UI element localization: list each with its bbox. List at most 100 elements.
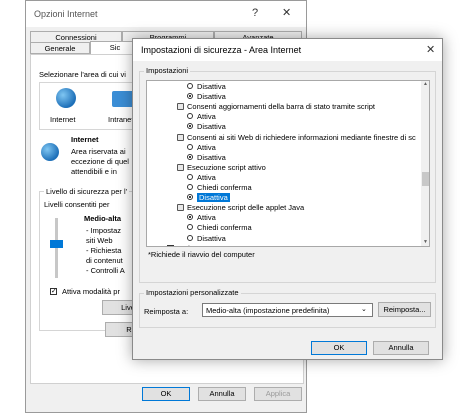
setting-label: Attiva	[197, 142, 216, 152]
apply-button[interactable]: Applica	[254, 387, 302, 401]
radio-icon[interactable]	[187, 184, 193, 190]
level-desc-line: - Richiesta	[86, 246, 122, 255]
setting-heading: Consenti aggiornamenti della barra di st…	[147, 101, 417, 111]
radio-selected-icon[interactable]	[187, 194, 193, 201]
setting-gear-icon	[177, 103, 184, 111]
setting-label: Disattiva	[197, 233, 226, 243]
radio-icon[interactable]	[187, 173, 193, 180]
internet-globe-icon	[41, 143, 59, 161]
dialog-title-bar: Impostazioni di sicurezza - Area Interne…	[133, 39, 442, 61]
protected-mode-label: Attiva modalità pr	[62, 287, 120, 296]
custom-settings-group: Impostazioni personalizzate Reimposta a:…	[139, 288, 436, 328]
category-checkbox-icon	[167, 244, 174, 246]
window-title: Opzioni Internet	[34, 9, 98, 19]
security-settings-dialog: Impostazioni di sicurezza - Area Interne…	[132, 38, 443, 360]
level-slider-track[interactable]	[55, 218, 58, 278]
setting-heading: Esecuzione script attivo	[147, 162, 417, 172]
setting-label: Disattiva	[197, 193, 230, 203]
setting-option[interactable]: Attiva	[147, 142, 417, 152]
zone-intranet-label[interactable]: Intranet	[108, 115, 133, 124]
zone-list[interactable]: Internet Intranet	[39, 82, 135, 130]
setting-option[interactable]: Attiva	[147, 172, 417, 182]
level-group-label: Livello di sicurezza per l'	[44, 187, 130, 196]
scroll-up-icon[interactable]: ▲	[423, 81, 428, 87]
level-desc-line: - Controlli A	[86, 266, 125, 275]
reset-level-select[interactable]: Medio-alta (impostazione predefinita) ⌄	[202, 303, 373, 317]
settings-tree[interactable]: Disattiva Disattiva Consenti aggiornamenti…	[146, 80, 430, 247]
setting-option[interactable]: Disattiva	[147, 81, 417, 91]
level-name: Medio-alta	[84, 214, 122, 223]
radio-icon[interactable]	[187, 224, 193, 231]
setting-option[interactable]: Attiva	[147, 111, 417, 121]
scroll-thumb[interactable]	[422, 172, 429, 186]
radio-icon[interactable]	[187, 143, 193, 150]
level-desc-line: siti Web	[86, 236, 113, 245]
setting-option[interactable]: Attiva	[147, 212, 417, 222]
chevron-down-icon[interactable]: ⌄	[361, 305, 367, 313]
reset-button[interactable]: Reimposta...	[378, 302, 431, 317]
setting-heading: Esecuzione script delle applet Java	[147, 202, 417, 212]
dialog-close-icon[interactable]: ✕	[426, 43, 435, 56]
setting-label: Esecuzione script attivo	[187, 162, 266, 172]
internet-zone-icon[interactable]	[56, 88, 76, 108]
intranet-zone-icon[interactable]	[112, 91, 134, 107]
setting-option[interactable]: Disattiva	[147, 192, 417, 203]
setting-label: Chiedi conferma	[197, 223, 252, 233]
dialog-cancel-button[interactable]: Annulla	[373, 341, 429, 355]
dialog-title: Impostazioni di sicurezza - Area Interne…	[141, 45, 302, 55]
protected-mode-checkbox[interactable]: ✓	[50, 288, 57, 295]
setting-label: Attiva	[197, 213, 216, 223]
radio-icon[interactable]	[187, 113, 193, 120]
tree-scrollbar[interactable]: ▲ ▼	[421, 81, 429, 246]
settings-group-label: Impostazioni	[144, 66, 191, 75]
setting-option[interactable]: Disattiva	[147, 91, 417, 101]
setting-option[interactable]: Disattiva	[147, 152, 417, 162]
radio-selected-icon[interactable]	[187, 123, 193, 130]
ok-button[interactable]: OK	[142, 387, 190, 401]
setting-label: Consenti aggiornamenti della barra di st…	[187, 102, 376, 112]
setting-label: Attiva	[197, 172, 216, 182]
radio-icon[interactable]	[187, 234, 193, 241]
setting-label: Consenti ai siti Web di richiedere infor…	[187, 132, 416, 142]
setting-label: Esecuzione script delle applet Java	[187, 203, 305, 213]
setting-heading: Consenti ai siti Web di richiedere infor…	[147, 132, 417, 142]
zone-select-label: Selezionare l'area di cui vi	[39, 70, 126, 79]
setting-label: Disattiva	[197, 82, 226, 91]
zone-internet-label[interactable]: Internet	[50, 115, 75, 124]
dialog-ok-button[interactable]: OK	[311, 341, 367, 355]
zone-desc-line: eccezione di quel	[71, 157, 129, 166]
reset-to-label: Reimposta a:	[144, 307, 189, 316]
level-desc-line: - Impostaz	[86, 226, 122, 235]
restart-note: *Richiede il riavvio del computer	[148, 250, 255, 259]
radio-selected-icon[interactable]	[187, 93, 193, 100]
level-slider-thumb[interactable]	[50, 240, 63, 248]
zone-heading: Internet	[71, 135, 99, 144]
settings-tree-rows: Disattiva Disattiva Consenti aggiornamenti…	[147, 81, 422, 246]
help-icon[interactable]: ?	[252, 7, 258, 19]
settings-group: Impostazioni Disattiva Disattiva Consenti …	[139, 66, 436, 283]
setting-option[interactable]: Disattiva	[147, 121, 417, 131]
setting-category: Varie	[147, 243, 417, 246]
tab-generale[interactable]: Generale	[30, 42, 90, 54]
close-icon[interactable]: ✕	[282, 6, 291, 19]
setting-label: Chiedi conferma	[197, 183, 252, 192]
setting-label: Attiva	[197, 112, 216, 122]
setting-option[interactable]: Chiedi conferma	[147, 182, 417, 192]
level-desc-line: di contenut	[86, 256, 123, 265]
scroll-down-icon[interactable]: ▼	[423, 239, 428, 245]
zone-desc-line: Area riservata ai	[71, 147, 126, 156]
setting-label: Disattiva	[197, 92, 226, 102]
setting-label: Varie	[177, 244, 194, 246]
radio-icon[interactable]	[187, 83, 193, 89]
cancel-button[interactable]: Annulla	[198, 387, 246, 401]
setting-gear-icon	[177, 163, 184, 171]
setting-label: Disattiva	[197, 152, 226, 162]
level-sub-label: Livelli consentiti per	[44, 200, 110, 209]
setting-label: Disattiva	[197, 122, 226, 132]
setting-option[interactable]: Disattiva	[147, 233, 417, 243]
setting-gear-icon	[177, 133, 184, 141]
radio-selected-icon[interactable]	[187, 214, 193, 221]
radio-selected-icon[interactable]	[187, 153, 193, 160]
setting-option[interactable]: Chiedi conferma	[147, 222, 417, 232]
custom-group-label: Impostazioni personalizzate	[144, 288, 241, 297]
